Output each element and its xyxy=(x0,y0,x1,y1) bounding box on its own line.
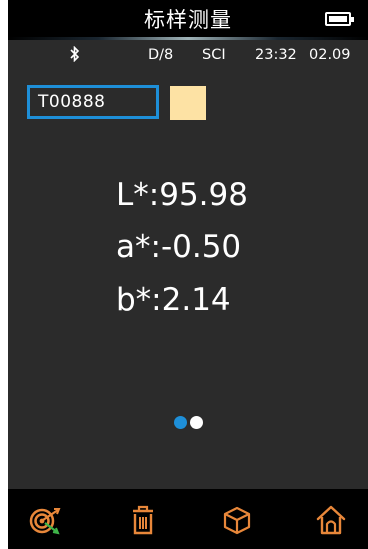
cube-icon xyxy=(223,506,251,535)
battery-icon xyxy=(325,12,354,26)
cube-button[interactable] xyxy=(220,503,254,537)
device-screen: 标样测量 D/8 SCI 23:32 02.09 T00888 L*:95.98… xyxy=(8,0,368,549)
reading-b-value: b*:2.14 xyxy=(116,282,231,318)
bluetooth-icon xyxy=(70,46,80,62)
time-label: 23:32 xyxy=(255,47,297,63)
delete-button[interactable] xyxy=(126,503,160,537)
reading-a-value: a*:-0.50 xyxy=(116,229,242,265)
bottom-toolbar xyxy=(8,489,368,549)
sample-name-field[interactable]: T00888 xyxy=(27,85,159,119)
status-bar: D/8 SCI 23:32 02.09 xyxy=(8,40,368,70)
geometry-label: D/8 xyxy=(148,47,174,63)
home-button[interactable] xyxy=(314,503,348,537)
date-label: 02.09 xyxy=(309,47,351,63)
color-swatch xyxy=(170,86,206,120)
page-dot[interactable] xyxy=(190,416,203,429)
target-button[interactable] xyxy=(28,503,62,537)
page-dot-active[interactable] xyxy=(174,416,187,429)
trash-icon xyxy=(133,505,153,535)
title-bar: 标样测量 xyxy=(8,0,368,38)
target-icon xyxy=(29,508,61,535)
home-icon xyxy=(316,505,346,535)
page-title: 标样测量 xyxy=(144,8,232,32)
mode-label: SCI xyxy=(202,47,226,63)
reading-l-value: L*:95.98 xyxy=(116,177,248,213)
